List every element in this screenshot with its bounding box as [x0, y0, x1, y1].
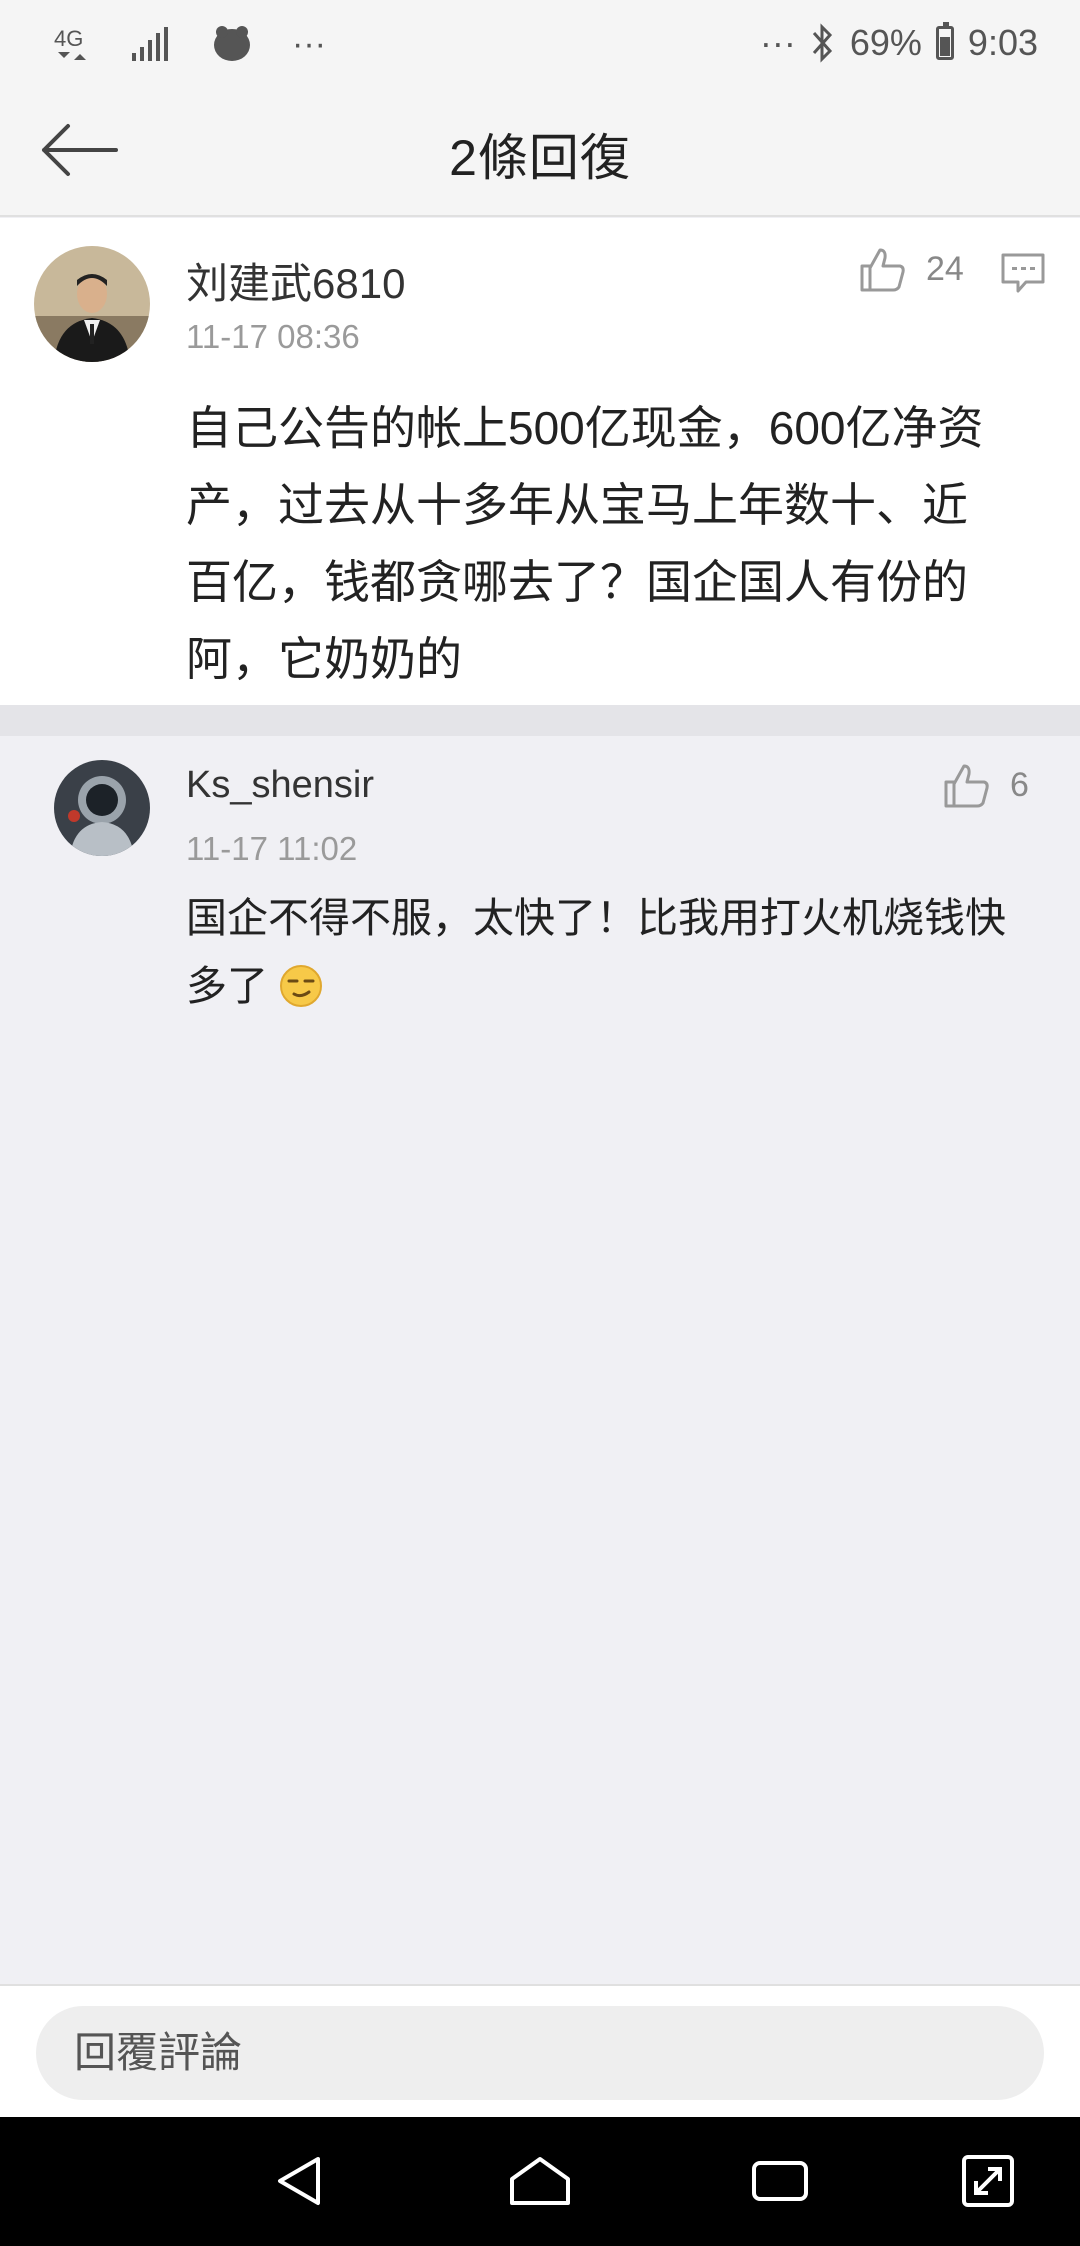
comment-text-line: 阿，它奶奶的	[186, 633, 462, 685]
network-4g-icon: 4G	[52, 22, 92, 66]
bluetooth-icon	[810, 23, 836, 63]
reply-button[interactable]	[1000, 252, 1046, 299]
battery-icon	[935, 22, 954, 60]
nav-back-button[interactable]	[272, 2153, 328, 2214]
like-count: 24	[926, 249, 964, 288]
page-header: 2條回復	[0, 90, 1080, 217]
back-triangle-icon	[278, 2157, 320, 2205]
like-button[interactable]: 24	[858, 246, 964, 292]
comment-text-fragment: 多了	[186, 963, 268, 1009]
recents-icon	[752, 2161, 808, 2201]
comment-text-line: 百亿，钱都贪哪去了？国企国人有份的	[186, 556, 968, 608]
svg-text:4G: 4G	[54, 26, 83, 51]
status-bar: 4G ··· ··· 69% 9:03	[0, 0, 1080, 90]
status-more-left: ···	[292, 24, 326, 63]
nav-recents-button[interactable]	[750, 2153, 810, 2214]
thumbs-up-icon	[944, 764, 989, 808]
comment-timestamp: 11-17 08:36	[186, 318, 360, 355]
comment-username[interactable]: Ks_shensir	[186, 764, 374, 807]
status-left: 4G ···	[52, 22, 326, 66]
reply-comment: Ks_shensir 11-17 11:02 6 国企不得不服，太快了！比我用打…	[0, 736, 1080, 1984]
comment-timestamp: 11-17 11:02	[186, 830, 358, 867]
status-more-right: ···	[759, 22, 796, 63]
comment-username[interactable]: 刘建武6810	[186, 250, 405, 311]
status-right: ··· 69% 9:03	[760, 22, 1038, 64]
nav-home-button[interactable]	[508, 2153, 572, 2214]
comment-text: 国企不得不服，太快了！比我用打火机烧钱快 多了	[186, 884, 1006, 1020]
reply-input[interactable]	[36, 2006, 1044, 2100]
comment-text: 自己公告的帐上500亿现金，600亿净资 产，过去从十多年从宝马上年数十、近 百…	[186, 390, 984, 698]
battery-percent: 69%	[849, 22, 922, 63]
main-comment: 刘建武6810 11-17 08:36 24 自己公告的帐上500亿现金，600…	[0, 218, 1080, 705]
nav-expand-button[interactable]	[960, 2153, 1016, 2214]
like-count: 6	[1010, 765, 1029, 804]
comment-text-line-with-emoji: 多了	[186, 952, 1006, 1020]
status-time: 9:03	[967, 22, 1038, 63]
signal-icon	[130, 27, 170, 61]
expand-icon	[962, 2155, 1014, 2207]
home-icon	[510, 2157, 570, 2205]
like-button[interactable]: 6	[942, 762, 1029, 808]
comment-text-line: 产，过去从十多年从宝马上年数十、近	[186, 479, 968, 531]
thumbs-up-icon	[860, 248, 905, 292]
comment-text-line: 自己公告的帐上500亿现金，600亿净资	[186, 402, 984, 454]
section-divider	[0, 705, 1080, 736]
smirk-emoji-icon	[280, 965, 323, 1007]
avatar[interactable]	[54, 760, 150, 856]
reply-bar	[0, 1984, 1080, 2117]
comment-text-line: 国企不得不服，太快了！比我用打火机烧钱快	[186, 895, 1006, 941]
system-nav-bar	[0, 2117, 1080, 2246]
comment-bubble-icon	[1001, 253, 1045, 293]
page-title: 2條回復	[449, 130, 631, 186]
avatar[interactable]	[34, 246, 150, 362]
app-notification-icon	[208, 24, 254, 64]
